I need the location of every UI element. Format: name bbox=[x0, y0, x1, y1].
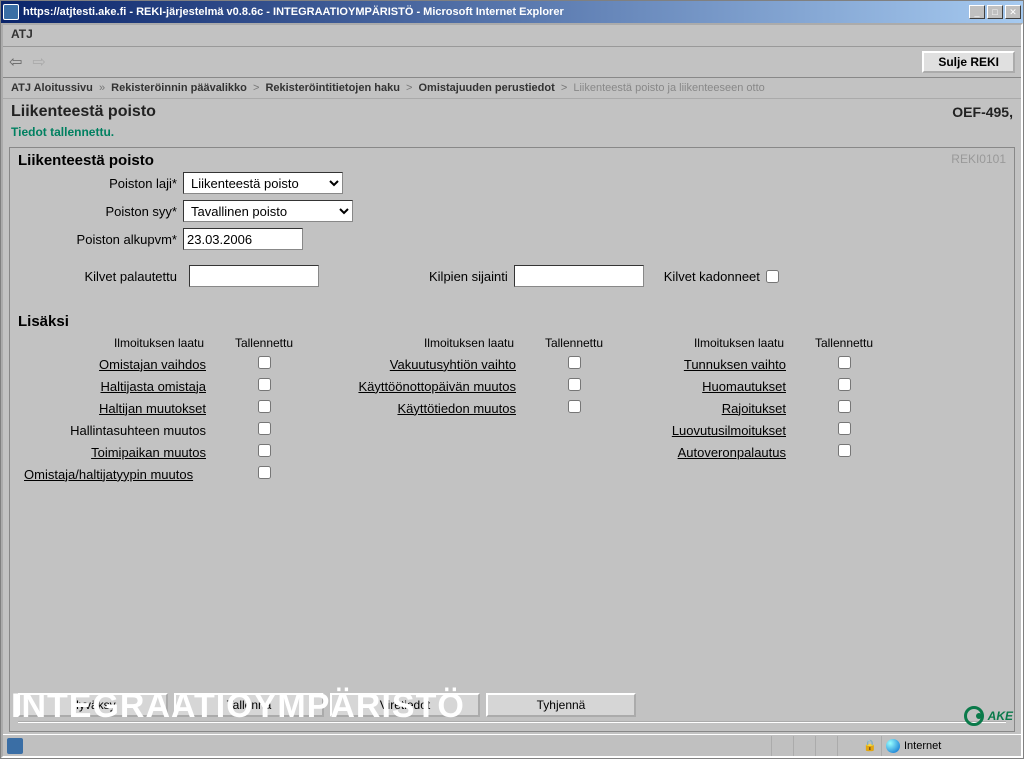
c2-r2-cb[interactable] bbox=[568, 400, 581, 413]
poiston-syy-select[interactable]: Tavallinen poisto bbox=[183, 200, 353, 222]
ake-ring-icon bbox=[964, 706, 984, 726]
sb-cell-2 bbox=[793, 736, 815, 756]
window: https://atjtesti.ake.fi - REKI-järjestel… bbox=[0, 0, 1024, 759]
c1-r2-cb[interactable] bbox=[258, 400, 271, 413]
sb-cell-4 bbox=[837, 736, 859, 756]
window-buttons: _ □ ✕ bbox=[969, 5, 1021, 19]
nav-forward-icon[interactable]: ⇨ bbox=[32, 52, 45, 72]
lisaksi-title: Lisäksi bbox=[18, 313, 1006, 330]
c1-r1[interactable]: Haltijasta omistaja bbox=[24, 379, 224, 394]
minimize-button[interactable]: _ bbox=[969, 5, 985, 19]
main-panel: Liikenteestä poisto REKI0101 Poiston laj… bbox=[9, 147, 1015, 732]
bc-item-4: Liikenteestä poisto ja liikenteeseen ott… bbox=[573, 82, 764, 94]
panel-code: REKI0101 bbox=[951, 152, 1006, 169]
c1-r3-cb[interactable] bbox=[258, 422, 271, 435]
nav-row: ⇦ ⇨ Sulje REKI bbox=[3, 47, 1021, 78]
kilvet-kadonneet-checkbox[interactable] bbox=[766, 270, 779, 283]
sb-cell-1 bbox=[771, 736, 793, 756]
c2-r2[interactable]: Käyttötiedon muutos bbox=[304, 401, 534, 416]
c3-r3[interactable]: Luovutusilmoitukset bbox=[614, 423, 804, 438]
close-window-button[interactable]: ✕ bbox=[1005, 5, 1021, 19]
c3-r2-cb[interactable] bbox=[838, 400, 851, 413]
content-area: ATJ ⇦ ⇨ Sulje REKI ATJ Aloitussivu » Rek… bbox=[1, 23, 1023, 758]
c3-r2[interactable]: Rajoitukset bbox=[614, 401, 804, 416]
c2-r1[interactable]: Käyttöönottopäivän muutos bbox=[304, 379, 534, 394]
bc-item-3[interactable]: Omistajuuden perustiedot bbox=[418, 82, 554, 94]
kilpien-sijainti-label: Kilpien sijainti bbox=[429, 269, 508, 284]
page-title: Liikenteestä poisto bbox=[11, 103, 156, 121]
col3-header-laatu: Ilmoituksen laatu bbox=[614, 336, 804, 350]
watermark: INTEGRAATIOYMPÄRISTÖ bbox=[11, 687, 465, 726]
breadcrumb: ATJ Aloitussivu » Rekisteröinnin päävali… bbox=[3, 78, 1021, 99]
col3-header-tall: Tallennettu bbox=[804, 336, 884, 350]
col2-header-laatu: Ilmoituksen laatu bbox=[304, 336, 534, 350]
plates-row: Kilvet palautettu Kilpien sijainti Kilve… bbox=[18, 265, 1006, 287]
security-zone: Internet bbox=[881, 736, 1021, 756]
sb-cell-3 bbox=[815, 736, 837, 756]
c3-r0[interactable]: Tunnuksen vaihto bbox=[614, 357, 804, 372]
ie-icon bbox=[3, 4, 19, 20]
poiston-alkupvm-input[interactable] bbox=[183, 228, 303, 250]
c1-r2[interactable]: Haltijan muutokset bbox=[24, 401, 224, 416]
c1-r4-cb[interactable] bbox=[258, 444, 271, 457]
c1-r3: Hallintasuhteen muutos bbox=[24, 423, 224, 438]
ake-logo-text: AKE bbox=[988, 709, 1013, 723]
c3-r1[interactable]: Huomautukset bbox=[614, 379, 804, 394]
window-title: https://atjtesti.ake.fi - REKI-järjestel… bbox=[23, 6, 969, 18]
poiston-laji-select[interactable]: Liikenteestä poisto bbox=[183, 172, 343, 194]
c3-r4-cb[interactable] bbox=[838, 444, 851, 457]
c1-r4[interactable]: Toimipaikan muutos bbox=[24, 445, 224, 460]
c3-r1-cb[interactable] bbox=[838, 378, 851, 391]
c3-r4[interactable]: Autoveronpalautus bbox=[614, 445, 804, 460]
kilvet-palautettu-label: Kilvet palautettu bbox=[18, 269, 183, 284]
status-message: Tiedot tallennettu. bbox=[3, 123, 1021, 145]
col1-header-tall: Tallennettu bbox=[224, 336, 304, 350]
ie-small-icon bbox=[7, 738, 23, 754]
zone-label: Internet bbox=[904, 740, 941, 752]
poiston-alkupvm-label: Poiston alkupvm* bbox=[18, 232, 183, 247]
c1-r1-cb[interactable] bbox=[258, 378, 271, 391]
kilpien-sijainti-input[interactable] bbox=[514, 265, 644, 287]
panel-title: Liikenteestä poisto bbox=[18, 152, 154, 169]
nav-back-icon[interactable]: ⇦ bbox=[9, 52, 22, 72]
close-reki-button[interactable]: Sulje REKI bbox=[922, 51, 1015, 73]
c2-r0[interactable]: Vakuutusyhtiön vaihto bbox=[304, 357, 534, 372]
footer: INTEGRAATIOYMPÄRISTÖ AKE bbox=[3, 687, 1021, 732]
col1-header-laatu: Ilmoituksen laatu bbox=[24, 336, 224, 350]
lisaksi-grid: Ilmoituksen laatu Tallennettu Ilmoitukse… bbox=[24, 336, 1006, 482]
statusbar: 🔒 Internet bbox=[3, 734, 1021, 756]
lock-icon: 🔒 bbox=[859, 739, 881, 752]
poiston-laji-label: Poiston laji* bbox=[18, 176, 183, 191]
c1-r5[interactable]: Omistaja/haltijatyypin muutos bbox=[24, 467, 224, 482]
c1-r5-cb[interactable] bbox=[258, 466, 271, 479]
kilvet-palautettu-input[interactable] bbox=[189, 265, 319, 287]
c2-r1-cb[interactable] bbox=[568, 378, 581, 391]
record-id: OEF-495, bbox=[952, 104, 1013, 120]
poiston-syy-label: Poiston syy* bbox=[18, 204, 183, 219]
c3-r3-cb[interactable] bbox=[838, 422, 851, 435]
bc-item-2[interactable]: Rekisteröintitietojen haku bbox=[265, 82, 399, 94]
ake-logo: AKE bbox=[964, 706, 1013, 726]
app-menubar[interactable]: ATJ bbox=[3, 25, 1021, 47]
c1-r0-cb[interactable] bbox=[258, 356, 271, 369]
page-header: Liikenteestä poisto OEF-495, bbox=[3, 99, 1021, 123]
col2-header-tall: Tallennettu bbox=[534, 336, 614, 350]
globe-icon bbox=[886, 739, 900, 753]
c2-r0-cb[interactable] bbox=[568, 356, 581, 369]
bc-item-0[interactable]: ATJ Aloitussivu bbox=[11, 82, 93, 94]
titlebar: https://atjtesti.ake.fi - REKI-järjestel… bbox=[1, 1, 1023, 23]
bc-item-1[interactable]: Rekisteröinnin päävalikko bbox=[111, 82, 247, 94]
c3-r0-cb[interactable] bbox=[838, 356, 851, 369]
kilvet-kadonneet-label: Kilvet kadonneet bbox=[664, 269, 760, 284]
maximize-button[interactable]: □ bbox=[987, 5, 1003, 19]
c1-r0[interactable]: Omistajan vaihdos bbox=[24, 357, 224, 372]
